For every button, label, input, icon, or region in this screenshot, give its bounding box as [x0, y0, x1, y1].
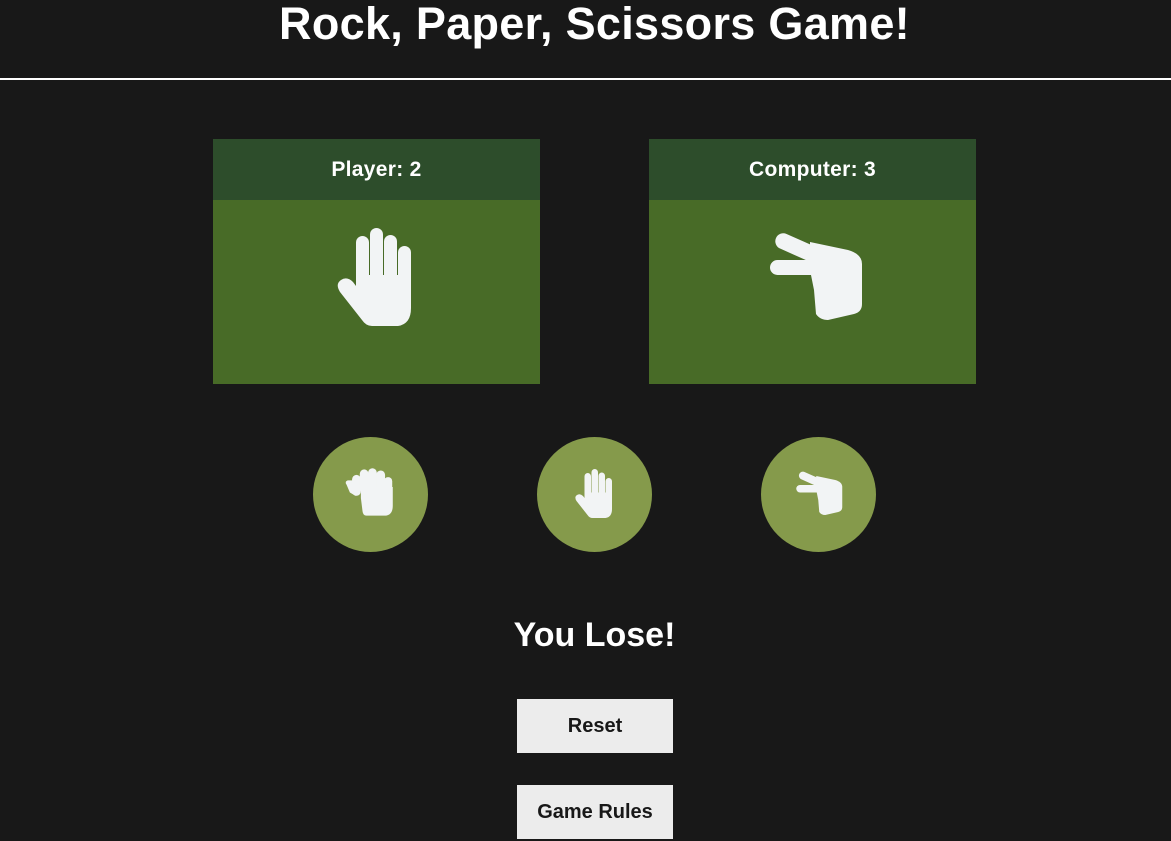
reset-button[interactable]: Reset [517, 699, 673, 753]
scissors-hand-icon [796, 470, 843, 515]
computer-card: Computer: 3 [649, 139, 976, 384]
player-hand-display [213, 200, 540, 384]
paper-hand-icon [575, 469, 612, 518]
game-rules-button[interactable]: Game Rules [517, 785, 673, 839]
paper-hand-icon [337, 228, 411, 326]
player-card: Player: 2 [213, 139, 540, 384]
page-title: Rock, Paper, Scissors Game! [279, 0, 910, 49]
rock-hand-icon [345, 468, 393, 516]
player-score: Player: 2 [213, 139, 540, 200]
scissors-hand-icon [770, 230, 862, 320]
scissors-button[interactable] [761, 437, 876, 552]
computer-score: Computer: 3 [649, 139, 976, 200]
rock-button[interactable] [313, 437, 428, 552]
computer-hand-display [649, 200, 976, 384]
paper-button[interactable] [537, 437, 652, 552]
header: Rock, Paper, Scissors Game! [0, 0, 1171, 80]
result-text: You Lose! [513, 616, 676, 654]
